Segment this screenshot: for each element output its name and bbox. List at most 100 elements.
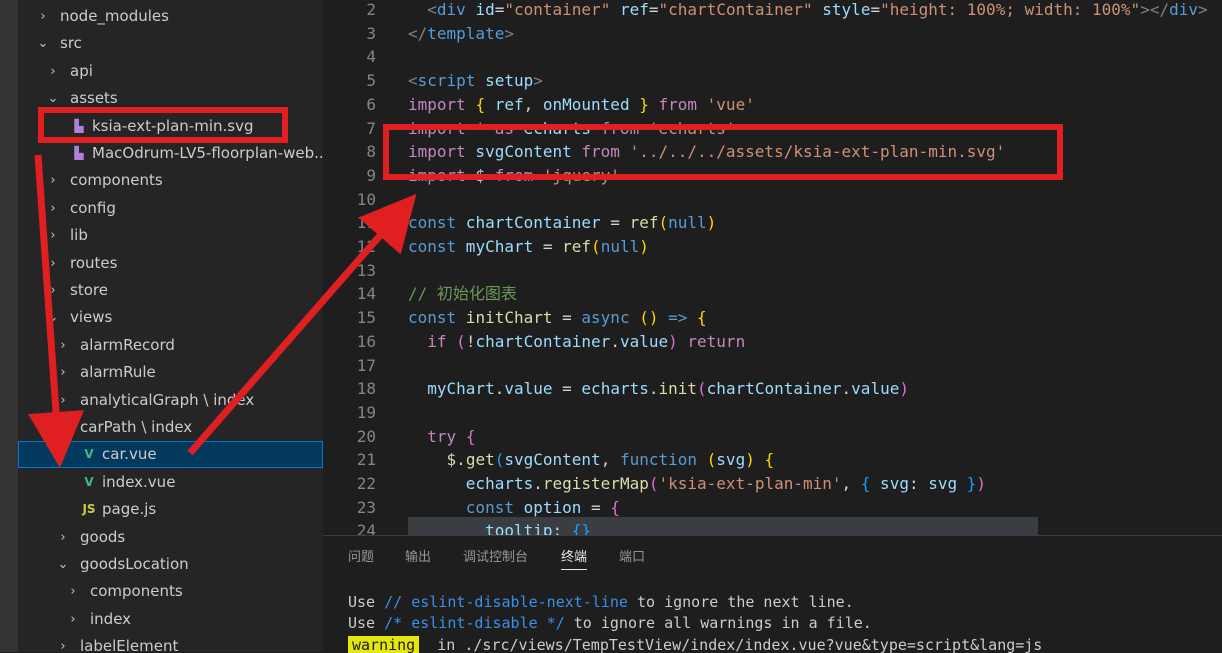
tree-item-label: views	[70, 308, 113, 327]
tab-output[interactable]: 输出	[405, 546, 431, 565]
folder-item[interactable]: › analyticalGraph \ index	[18, 387, 323, 414]
tree-item-label: store	[70, 281, 108, 299]
chevron-right-icon: ›	[60, 392, 66, 408]
tab-ports[interactable]: 端口	[619, 546, 645, 565]
tree-item-label: assets	[70, 89, 118, 108]
code-line: 19	[323, 401, 1222, 425]
tree-item-label: src	[60, 34, 82, 53]
code-line: 23 const option = {	[323, 496, 1222, 520]
code-text: const chartContainer = ref(null)	[408, 213, 717, 233]
code-text: echarts.registerMap('ksia-ext-plan-min',…	[465, 474, 987, 493]
code-line: 11 const chartContainer = ref(null)	[323, 211, 1222, 235]
folder-item[interactable]: › store	[18, 277, 323, 304]
chevron-down-icon: ⌄	[57, 557, 69, 572]
code-text: if (!chartContainer.value) return	[427, 331, 746, 351]
code-text: // 初始化图表	[408, 284, 517, 304]
folder-item[interactable]: › node_modules	[18, 3, 323, 30]
line-number: 2	[366, 0, 376, 19]
folder-item[interactable]: ⌄ views	[18, 304, 323, 331]
folder-item[interactable]: › api	[18, 58, 323, 85]
code-line: 9 import $ from 'jquery'	[323, 164, 1222, 188]
tree-item-label: index.vue	[102, 472, 176, 491]
code-text: $.get(svgContent, function (svg) {	[446, 450, 775, 470]
code-line: 3 </template>	[323, 22, 1222, 46]
code-text: <div id="container" ref="chartContainer"…	[427, 0, 1208, 19]
code-text: import { ref, onMounted } from 'vue'	[408, 94, 755, 114]
file-item[interactable]: ▙ ksia-ext-plan-min.svg	[18, 113, 323, 140]
bottom-panel: 问题 输出 调试控制台 终端 端口 Use // eslint-disable-…	[323, 535, 1222, 653]
tree-item-label: car.vue	[102, 445, 157, 464]
line-number: 7	[366, 118, 376, 138]
tree-item-label: alarmRule	[80, 363, 156, 382]
code-text: const initChart = async () => {	[408, 308, 707, 328]
tree-item-label: MacOdrum-LV5-floorplan-web....	[92, 144, 323, 162]
vue-file-icon: V	[84, 474, 94, 489]
folder-item[interactable]: › index	[18, 606, 323, 633]
folder-item[interactable]: ⌄ carPath \ index	[18, 414, 323, 441]
line-number: 8	[366, 142, 376, 162]
folder-item[interactable]: › routes	[18, 250, 323, 277]
folder-item[interactable]: ⌄ assets	[18, 85, 323, 112]
tree-item-label: goodsLocation	[80, 555, 189, 573]
code-line: 14 // 初始化图表	[323, 282, 1222, 306]
folder-item[interactable]: › alarmRule	[18, 359, 323, 386]
code-line: 22 echarts.registerMap('ksia-ext-plan-mi…	[323, 472, 1222, 496]
code-text: import svgContent from '../../../assets/…	[408, 142, 1006, 162]
code-text: myChart.value = echarts.init(chartContai…	[427, 379, 909, 399]
line-number: 18	[356, 379, 376, 399]
code-line: 4	[323, 45, 1222, 69]
code-text: try {	[427, 426, 476, 446]
chevron-down-icon: ⌄	[57, 420, 69, 435]
folder-item[interactable]: › alarmRecord	[18, 332, 323, 359]
chevron-down-icon: ⌄	[47, 91, 59, 107]
line-number: 3	[366, 23, 376, 43]
folder-item[interactable]: › components	[18, 167, 323, 194]
folder-item[interactable]: › components	[18, 578, 323, 605]
chevron-right-icon: ›	[60, 365, 66, 381]
tab-problems[interactable]: 问题	[348, 546, 374, 565]
line-number: 23	[356, 497, 376, 517]
file-item[interactable]: JS page.js	[18, 496, 323, 523]
file-item[interactable]: ▙ MacOdrum-LV5-floorplan-web....	[18, 140, 323, 167]
chevron-right-icon: ›	[50, 63, 56, 79]
warning-badge: warning	[348, 636, 420, 653]
line-number: 24	[356, 521, 376, 535]
code-line: 24 tooltip: {}	[323, 519, 1222, 535]
line-number: 12	[356, 237, 376, 256]
chevron-right-icon: ›	[50, 283, 56, 298]
line-number: 11	[356, 213, 376, 233]
line-number: 20	[356, 426, 376, 446]
folder-item[interactable]: ⌄ src	[18, 30, 323, 57]
tree-item-label: config	[70, 198, 116, 217]
code-line: 2 <div id="container" ref="chartContaine…	[323, 0, 1222, 22]
folder-item[interactable]: › config	[18, 195, 323, 222]
line-number: 9	[366, 165, 376, 185]
folder-item[interactable]: › lib	[18, 222, 323, 249]
chevron-right-icon: ›	[70, 611, 76, 627]
chevron-right-icon: ›	[40, 9, 46, 24]
tree-item-label: analyticalGraph \ index	[80, 390, 255, 409]
tab-terminal[interactable]: 终端	[561, 546, 588, 570]
code-text: tooltip: {}	[485, 521, 592, 535]
code-editor[interactable]: 2 <div id="container" ref="chartContaine…	[323, 0, 1222, 535]
code-line: 13	[323, 259, 1222, 283]
chevron-down-icon: ⌄	[37, 36, 49, 52]
tree-item-label: components	[70, 171, 163, 190]
code-line: 20 try {	[323, 425, 1222, 449]
code-line: 16 if (!chartContainer.value) return	[323, 330, 1222, 354]
code-text: <script setup>	[408, 71, 543, 91]
folder-item[interactable]: ⌄ goodsLocation	[18, 551, 323, 578]
file-item[interactable]: Vindex.vue	[18, 469, 323, 496]
code-text: import * as echarts from 'echarts'	[408, 118, 736, 138]
tab-debug-console[interactable]: 调试控制台	[463, 546, 528, 565]
js-file-icon: JS	[82, 502, 96, 517]
file-item[interactable]: Vcar.vue	[18, 441, 323, 469]
tree-item-label: carPath \ index	[80, 418, 193, 436]
tree-item-label: ksia-ext-plan-min.svg	[92, 116, 254, 135]
folder-item[interactable]: › labelElement	[18, 633, 323, 652]
tree-item-label: routes	[70, 253, 118, 272]
code-text: const myChart = ref(null)	[408, 237, 649, 256]
tree-item-label: components	[90, 582, 183, 601]
tree-item-label: labelElement	[80, 637, 179, 652]
folder-item[interactable]: › goods	[18, 524, 323, 551]
